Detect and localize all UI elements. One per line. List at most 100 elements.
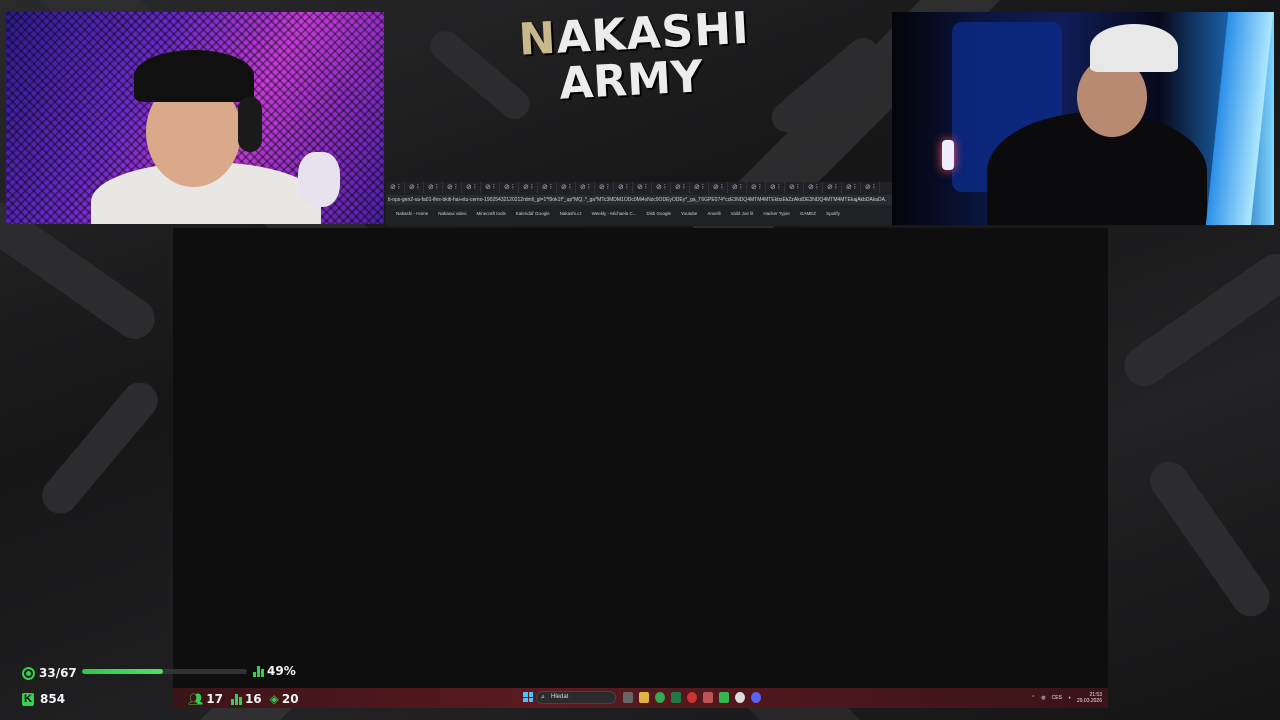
bookmark[interactable]: Nakasui video — [438, 208, 466, 220]
clock[interactable]: 21:53 29.03.2026 — [1077, 692, 1102, 704]
chrome-icon[interactable] — [655, 692, 665, 703]
viewer-stat: 👥︎ 17 — [188, 692, 223, 706]
bookmark[interactable]: Weekly - Michaela C... — [592, 208, 637, 220]
browser-tab[interactable]: ⊘ ⁝ — [481, 182, 500, 193]
bookmark[interactable]: Minecraft tools — [477, 208, 506, 220]
browser-tab[interactable]: ⊘ ⁝ — [652, 182, 671, 193]
browser-tab[interactable]: ⊘ ⁝ — [766, 182, 785, 193]
webcam-left — [6, 12, 384, 224]
stream-overlay: NAKASHI ARMY ⊘ ⁝ ⊘ ⁝ ⊘ ⁝ ⊘ ⁝ ⊘ ⁝ ⊘ ⁝ ⊘ ⁝ ⊘ ⁝ ⊘ ⁝… — [0, 0, 1280, 720]
app-icon[interactable] — [719, 692, 729, 703]
app-icon[interactable] — [687, 692, 697, 703]
task-view-icon[interactable] — [623, 692, 633, 703]
bookmark[interactable]: Nakashi.cz — [560, 208, 582, 220]
browser-tab[interactable]: ⊘ ⁝ — [519, 182, 538, 193]
bookmark[interactable]: Nakashi - Home — [396, 208, 428, 220]
flame-stat: ◈ 20 — [270, 692, 299, 706]
goal-progress-bar — [82, 669, 247, 674]
browser-tab[interactable]: ⊘ ⁝ — [462, 182, 481, 193]
cap — [1090, 24, 1178, 72]
stat-two-value: 16 — [244, 692, 262, 706]
cap — [134, 50, 254, 102]
volume-icon[interactable]: ◖ — [1068, 695, 1071, 701]
browser-tab[interactable]: ⊘ ⁝ — [576, 182, 595, 193]
browser-tab[interactable]: ⊘ ⁝ — [538, 182, 557, 193]
bookmark[interactable]: GAMEZ — [800, 208, 816, 220]
goal-counter: 33/67 — [22, 664, 77, 682]
discord-icon[interactable] — [751, 692, 761, 703]
browser-tab[interactable]: ⊘ ⁝ — [500, 182, 519, 193]
clock-date: 29.03.2026 — [1076, 698, 1102, 704]
bg-shape — [1142, 454, 1278, 624]
bg-shape — [765, 31, 885, 139]
bookmarks-bar: Nakashi - Home Nakasui video Minecraft t… — [386, 208, 892, 220]
browser-tab[interactable]: ⊘ ⁝ — [785, 182, 804, 193]
kick-followers: K 854 — [22, 692, 65, 706]
address-bar[interactable]: ti-ops-gen2-sa-fa01-ifes-bkiti-hai-etu-c… — [386, 195, 892, 205]
ring-icon — [22, 666, 35, 680]
windows-start-icon[interactable] — [523, 692, 533, 702]
mic-light — [942, 140, 954, 170]
channel-logo: NAKASHI ARMY — [517, 2, 751, 110]
tray-lang[interactable]: CES — [1052, 695, 1062, 701]
browser-tab[interactable]: ⊘ ⁝ — [633, 182, 652, 193]
windows-taskbar: ⌕ Hledat ⌃ ◍ CES ◖ 21:53 29.03.2026 — [173, 688, 1108, 708]
bookmark[interactable]: Disk Google — [647, 208, 672, 220]
browser-tab[interactable]: ⊘ ⁝ — [861, 182, 880, 193]
system-tray: ⌃ ◍ CES ◖ 21:53 29.03.2026 — [1031, 690, 1102, 706]
bookmark[interactable]: Hacker Typer — [763, 208, 790, 220]
live-stats: 👥︎ 17 16 ◈ 20 — [188, 692, 299, 706]
browser-window: ⊘ ⁝ ⊘ ⁝ ⊘ ⁝ ⊘ ⁝ ⊘ ⁝ ⊘ ⁝ ⊘ ⁝ ⊘ ⁝ ⊘ ⁝ ⊘ ⁝ ⊘ ⁝ ⊘ ⁝ ⊘ ⁝ ⊘… — [386, 182, 892, 226]
follower-count: 854 — [40, 692, 66, 706]
bars-icon — [230, 693, 242, 705]
light-bar — [1205, 12, 1274, 225]
bookmark[interactable]: Kalendář Google — [516, 208, 550, 220]
goal-progress-fill — [82, 669, 163, 674]
stat-three-value: 20 — [281, 692, 299, 706]
browser-tab[interactable]: ⊘ ⁝ — [709, 182, 728, 193]
bookmark[interactable]: Youtube — [681, 208, 697, 220]
search-placeholder: Hledat — [551, 694, 569, 700]
plush-toy — [298, 152, 340, 207]
network-icon[interactable]: ◍ — [1041, 695, 1045, 701]
chart-stat: 16 — [230, 692, 262, 706]
browser-tab[interactable]: ⊘ ⁝ — [424, 182, 443, 193]
goal-value: 33/67 — [39, 666, 77, 680]
browser-tab[interactable]: ⊘ ⁝ — [671, 182, 690, 193]
browser-tab[interactable]: ⊘ ⁝ — [747, 182, 766, 193]
headphones — [238, 97, 262, 152]
webcam-right — [892, 12, 1274, 225]
taskbar-search[interactable]: ⌕ Hledat — [536, 691, 616, 704]
kick-icon: K — [22, 692, 34, 706]
goal-percent: 49% — [253, 664, 296, 678]
browser-tab[interactable]: ⊘ ⁝ — [804, 182, 823, 193]
people-icon: 👥︎ — [188, 692, 204, 706]
bg-shape — [1116, 246, 1280, 394]
browser-tab[interactable]: ⊘ ⁝ — [386, 182, 405, 193]
browser-tab[interactable]: ⊘ ⁝ — [842, 182, 861, 193]
flame-icon: ◈ — [269, 692, 279, 706]
browser-tab[interactable]: ⊘ ⁝ — [595, 182, 614, 193]
bg-shape — [34, 375, 166, 521]
browser-tab[interactable]: ⊘ ⁝ — [443, 182, 462, 193]
browser-tab-row: ⊘ ⁝ ⊘ ⁝ ⊘ ⁝ ⊘ ⁝ ⊘ ⁝ ⊘ ⁝ ⊘ ⁝ ⊘ ⁝ ⊘ ⁝ ⊘ ⁝ ⊘ ⁝ ⊘ ⁝ ⊘ ⁝ ⊘… — [386, 182, 892, 193]
tray-chevron-icon[interactable]: ⌃ — [1031, 695, 1035, 701]
percent-label: 49% — [267, 664, 296, 678]
bookmark[interactable]: Vaild Joe lit — [731, 208, 754, 220]
excel-icon[interactable] — [671, 692, 681, 703]
browser-tab[interactable]: ⊘ ⁝ — [823, 182, 842, 193]
bookmark[interactable]: Spotify — [826, 208, 840, 220]
viewer-count: 17 — [206, 692, 223, 706]
file-explorer-icon[interactable] — [639, 692, 649, 703]
bars-icon — [253, 665, 264, 677]
browser-tab[interactable]: ⊘ ⁝ — [405, 182, 424, 193]
browser-tab[interactable]: ⊘ ⁝ — [557, 182, 576, 193]
bookmark[interactable]: Anvelli — [707, 208, 720, 220]
screen-capture — [173, 228, 1108, 688]
browser-tab[interactable]: ⊘ ⁝ — [690, 182, 709, 193]
app-icon[interactable] — [703, 692, 713, 703]
search-icon: ⌕ — [541, 694, 545, 701]
app-icon[interactable] — [735, 692, 745, 703]
browser-tab[interactable]: ⊘ ⁝ — [728, 182, 747, 193]
browser-tab[interactable]: ⊘ ⁝ — [614, 182, 633, 193]
